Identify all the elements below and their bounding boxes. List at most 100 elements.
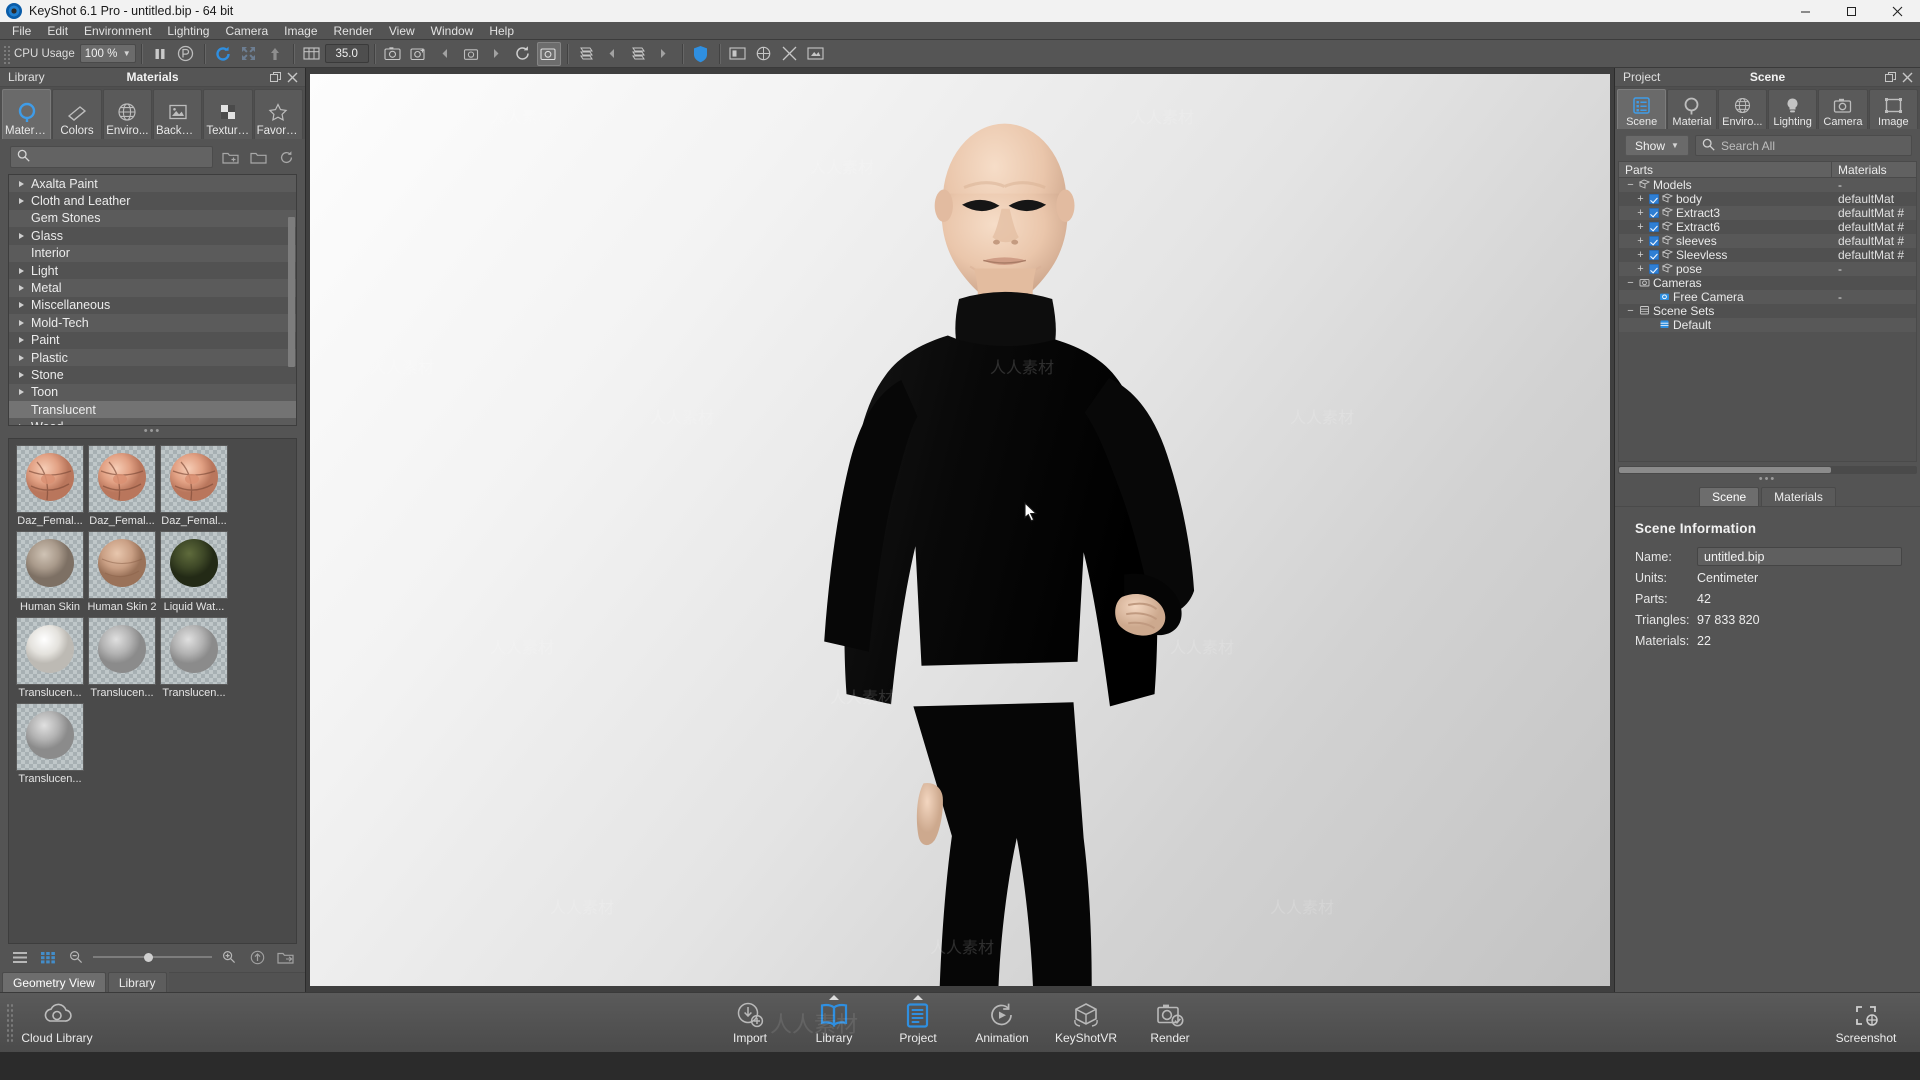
tree-row-sleevless[interactable]: + Sleevless defaultMat # xyxy=(1619,248,1916,262)
pause-render-button[interactable] xyxy=(148,42,172,66)
project-tab-scene[interactable]: Scene xyxy=(1617,89,1667,129)
layers-arrow-left-button[interactable] xyxy=(600,42,624,66)
tab-library[interactable]: Library xyxy=(107,972,167,992)
project-panel-label[interactable]: Project xyxy=(1615,70,1660,84)
scene-tree-horizontal-scrollbar[interactable] xyxy=(1618,466,1917,474)
expand-toggle-icon[interactable]: + xyxy=(1635,193,1646,205)
library-tab-backplates[interactable]: Backpl... xyxy=(152,89,203,139)
transform-button[interactable] xyxy=(778,42,802,66)
camera-snapshot-button[interactable] xyxy=(381,42,405,66)
library-tab-textures[interactable]: Textures xyxy=(203,89,253,139)
material-preview-image[interactable] xyxy=(16,703,84,771)
project-splitter-handle[interactable]: ••• xyxy=(1615,474,1920,486)
dock-item-screenshot[interactable]: Screenshot xyxy=(1824,994,1908,1052)
move-tool-button[interactable] xyxy=(237,42,261,66)
panel-splitter-handle[interactable]: ••• xyxy=(0,426,305,438)
material-preview-image[interactable] xyxy=(160,445,228,513)
cpu-usage-dropdown[interactable]: 100 % ▼ xyxy=(79,44,136,63)
material-preview-image[interactable] xyxy=(160,531,228,599)
material-preview-image[interactable] xyxy=(88,445,156,513)
dock-item-animation[interactable]: Animation xyxy=(960,994,1044,1052)
material-preview-image[interactable] xyxy=(160,617,228,685)
close-button[interactable] xyxy=(1874,0,1920,22)
sub-tab-scene[interactable]: Scene xyxy=(1699,487,1760,506)
dock-item-project[interactable]: Project xyxy=(876,994,960,1052)
library-tab-colors[interactable]: Colors xyxy=(52,89,102,139)
dock-item-render[interactable]: Render xyxy=(1128,994,1212,1052)
category-plastic[interactable]: Plastic xyxy=(9,348,296,367)
minimize-button[interactable] xyxy=(1782,0,1828,22)
maximize-button[interactable] xyxy=(1828,0,1874,22)
material-thumbnail-item[interactable]: Daz_Femal... xyxy=(159,445,229,527)
visibility-checkbox[interactable] xyxy=(1649,194,1659,204)
tab-geometry-view[interactable]: Geometry View xyxy=(2,972,106,992)
performance-mode-button[interactable] xyxy=(174,42,198,66)
show-dropdown-button[interactable]: Show ▼ xyxy=(1625,135,1689,156)
render-canvas[interactable]: 人人素材 人人素材 人人素材 人人素材 人人素材 人人素材 人人素材 人人素材 … xyxy=(310,74,1610,986)
tree-row-models[interactable]: − Models - xyxy=(1619,178,1916,192)
material-preview-image[interactable] xyxy=(16,445,84,513)
expand-toggle-icon[interactable]: + xyxy=(1635,221,1646,233)
menu-window[interactable]: Window xyxy=(423,22,482,40)
category-gem-stones[interactable]: Gem Stones xyxy=(9,209,296,228)
library-tab-environments[interactable]: Enviro... xyxy=(102,89,152,139)
dock-item-import[interactable]: Import xyxy=(708,994,792,1052)
library-panel-label[interactable]: Library xyxy=(0,70,45,84)
zoom-in-icon[interactable] xyxy=(218,947,240,967)
menu-environment[interactable]: Environment xyxy=(76,22,159,40)
layers-button[interactable] xyxy=(626,42,650,66)
expand-toggle-icon[interactable]: + xyxy=(1635,235,1646,247)
category-mold-tech[interactable]: Mold-Tech xyxy=(9,314,296,332)
visibility-checkbox[interactable] xyxy=(1649,236,1659,246)
category-list-scrollbar[interactable] xyxy=(288,217,295,367)
category-translucent[interactable]: Translucent xyxy=(9,401,296,419)
menu-help[interactable]: Help xyxy=(481,22,522,40)
category-interior[interactable]: Interior xyxy=(9,244,296,262)
library-search-input[interactable] xyxy=(35,150,206,164)
scene-search-box[interactable] xyxy=(1694,135,1912,156)
category-wood[interactable]: Wood xyxy=(9,418,296,425)
measure-button[interactable] xyxy=(752,42,776,66)
library-search-box[interactable] xyxy=(10,146,213,168)
camera-view-button[interactable] xyxy=(459,42,483,66)
category-miscellaneous[interactable]: Miscellaneous xyxy=(9,296,296,315)
material-thumbnail-item[interactable]: Translucen... xyxy=(15,703,85,785)
tree-row-extract6[interactable]: + Extract6 defaultMat # xyxy=(1619,220,1916,234)
camera-lock-button[interactable] xyxy=(536,41,561,66)
material-thumbnail-item[interactable]: Liquid Wat... xyxy=(159,531,229,613)
material-preview-image[interactable] xyxy=(88,531,156,599)
refresh-library-icon[interactable] xyxy=(275,147,297,167)
list-view-icon[interactable] xyxy=(9,947,31,967)
tree-row-scene-sets[interactable]: − Scene Sets xyxy=(1619,304,1916,318)
tree-row-cameras[interactable]: − Cameras xyxy=(1619,276,1916,290)
scrollbar-thumb[interactable] xyxy=(1619,467,1831,473)
expand-toggle-icon[interactable]: + xyxy=(1635,263,1646,275)
material-thumbnail-item[interactable]: Daz_Femal... xyxy=(87,445,157,527)
column-header-parts[interactable]: Parts xyxy=(1619,162,1832,177)
slider-handle[interactable] xyxy=(144,952,154,962)
expand-toggle-icon[interactable]: + xyxy=(1635,207,1646,219)
refresh-button[interactable] xyxy=(211,42,235,66)
tree-row-free-camera[interactable]: Free Camera - xyxy=(1619,290,1916,304)
material-preview-image[interactable] xyxy=(16,531,84,599)
visibility-checkbox[interactable] xyxy=(1649,250,1659,260)
library-undock-icon[interactable] xyxy=(270,71,281,83)
category-glass[interactable]: Glass xyxy=(9,227,296,245)
project-tab-camera[interactable]: Camera xyxy=(1818,89,1868,129)
category-cloth-and-leather[interactable]: Cloth and Leather xyxy=(9,192,296,210)
shield-button[interactable] xyxy=(689,42,713,66)
grid-view-icon[interactable] xyxy=(37,947,59,967)
scene-name-input[interactable]: untitled.bip xyxy=(1697,547,1902,566)
tree-row-body[interactable]: + body defaultMat xyxy=(1619,192,1916,206)
category-metal[interactable]: Metal xyxy=(9,279,296,297)
folder-export-icon[interactable] xyxy=(274,947,296,967)
category-stone[interactable]: Stone xyxy=(9,366,296,384)
sub-tab-materials[interactable]: Materials xyxy=(1761,487,1836,506)
menu-render[interactable]: Render xyxy=(326,22,381,40)
tree-row-sleeves[interactable]: + sleeves defaultMat # xyxy=(1619,234,1916,248)
camera-add-button[interactable] xyxy=(407,42,431,66)
tree-row-default[interactable]: Default xyxy=(1619,318,1916,332)
camera-prev-button[interactable] xyxy=(433,42,457,66)
collapse-toggle-icon[interactable]: − xyxy=(1625,277,1636,289)
scene-search-input[interactable] xyxy=(1720,138,1905,153)
